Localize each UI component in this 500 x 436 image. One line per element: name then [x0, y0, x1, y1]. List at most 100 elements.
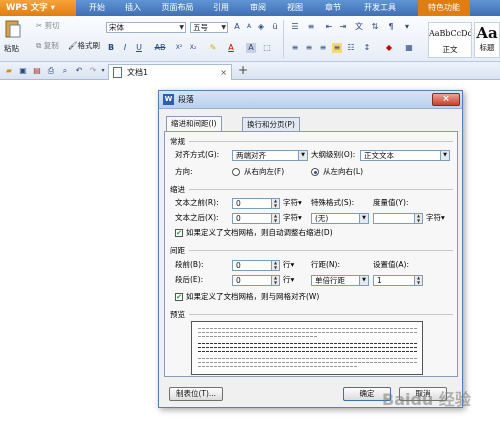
menu-developer[interactable]: 开发工具	[358, 0, 402, 16]
document-tab[interactable]: 文档1 ×	[108, 64, 232, 80]
auto-adjust-indent-checkbox[interactable]: ✔	[175, 229, 183, 237]
char-border-icon[interactable]: ⬚	[262, 43, 272, 53]
strikethrough-icon[interactable]: AB	[152, 43, 168, 53]
redo-icon[interactable]: ↷	[88, 66, 98, 76]
tab-indent-spacing[interactable]: 缩进和间距(I)	[166, 116, 222, 132]
shading-icon[interactable]: ◆	[384, 43, 394, 53]
style-heading[interactable]: Aa 标题	[474, 22, 500, 58]
rtl-radio[interactable]	[232, 168, 240, 176]
indent-before-label: 文本之前(R):	[175, 198, 219, 207]
undo-icon[interactable]: ↶	[74, 66, 84, 76]
open-folder-icon[interactable]: ▰	[4, 66, 14, 76]
chinese-layout-icon[interactable]: 文	[354, 22, 364, 32]
char-shading-icon[interactable]: A	[246, 43, 256, 53]
line-spacing-label: 行距(N):	[311, 260, 340, 269]
menu-home[interactable]: 开始	[82, 0, 112, 16]
snap-to-grid-checkbox[interactable]: ✔	[175, 293, 183, 301]
chevron-down-icon: ▼	[359, 214, 368, 223]
indent-after-input[interactable]: 0 ▲ ▼	[232, 213, 280, 224]
measure-label: 度量值(Y):	[373, 198, 409, 207]
line-spacing-icon[interactable]: ↕	[362, 43, 372, 53]
menu-references[interactable]: 引用	[206, 0, 236, 16]
menu-chapter[interactable]: 章节	[318, 0, 348, 16]
superscript-icon[interactable]: X²	[174, 43, 184, 53]
close-tab-icon[interactable]: ×	[220, 65, 227, 80]
font-name-select[interactable]: 宋体 ▼	[106, 22, 186, 33]
spacing-before-input[interactable]: 0 ▲ ▼	[232, 260, 280, 271]
align-justify-icon[interactable]: ≡	[332, 43, 342, 53]
spinner-icon[interactable]: ▲ ▼	[271, 260, 279, 270]
italic-icon[interactable]: I	[120, 43, 130, 53]
setting-value-input[interactable]: 1 ▲ ▼	[373, 275, 423, 286]
quick-access-dropdown-icon[interactable]: ▾	[98, 66, 108, 76]
spinner-icon[interactable]: ▲ ▼	[271, 198, 279, 208]
outline-level-select[interactable]: 正文文本 ▼	[360, 150, 450, 161]
alignment-select[interactable]: 两端对齐 ▼	[232, 150, 308, 161]
grow-font-icon[interactable]: A	[232, 22, 242, 32]
indent-after-unit[interactable]: 字符▾	[283, 213, 302, 223]
direction-label: 方向:	[175, 167, 193, 176]
bullet-list-icon[interactable]: ☰	[290, 22, 300, 32]
baidu-watermark: Baidu 经验	[382, 390, 471, 409]
measure-unit[interactable]: 字符▾	[426, 213, 445, 223]
spacing-after-unit[interactable]: 行▾	[283, 275, 294, 285]
tab-line-page-breaks[interactable]: 换行和分页(P)	[242, 117, 300, 131]
ltr-radio[interactable]	[311, 168, 319, 176]
decrease-indent-icon[interactable]: ⇤	[324, 22, 334, 32]
special-format-select[interactable]: (无) ▼	[311, 213, 369, 224]
spacing-before-unit[interactable]: 行▾	[283, 260, 294, 270]
highlight-icon[interactable]: ✎	[208, 43, 218, 53]
save-icon[interactable]: ▣	[18, 66, 28, 76]
measure-input[interactable]: ▲ ▼	[373, 213, 423, 224]
print-preview-icon[interactable]: ⌕	[60, 66, 70, 76]
copy-button[interactable]: ⧉ 复制	[36, 41, 59, 51]
document-tab-title: 文档1	[127, 68, 149, 77]
show-marks-icon[interactable]: ¶	[386, 22, 396, 32]
chevron-down-icon: ▼	[440, 151, 449, 160]
paragraph-dialog: W 段落 × 缩进和间距(I) 换行和分页(P) 常规 对齐方式(G): 两端对…	[158, 90, 463, 408]
menu-review[interactable]: 审阅	[243, 0, 273, 16]
numbered-list-icon[interactable]: ≡	[306, 22, 316, 32]
export-pdf-icon[interactable]: ▤	[32, 66, 42, 76]
increase-indent-icon[interactable]: ⇥	[338, 22, 348, 32]
line-spacing-select[interactable]: 单倍行距 ▼	[311, 275, 369, 286]
new-tab-button[interactable]: +	[238, 63, 248, 77]
close-dialog-button[interactable]: ×	[432, 93, 460, 106]
menu-view[interactable]: 视图	[280, 0, 310, 16]
bold-icon[interactable]: B	[106, 43, 116, 53]
menu-insert[interactable]: 插入	[118, 0, 148, 16]
clear-format-icon[interactable]: ◈	[256, 22, 266, 32]
cut-button[interactable]: ✂ 剪切	[36, 21, 60, 31]
spinner-icon[interactable]: ▲ ▼	[414, 213, 422, 223]
paste-button[interactable]	[4, 19, 26, 43]
dialog-titlebar[interactable]: W 段落 ×	[159, 91, 462, 109]
spinner-icon[interactable]: ▲ ▼	[271, 213, 279, 223]
underline-icon[interactable]: U	[134, 43, 144, 53]
align-right-icon[interactable]: ≡	[318, 43, 328, 53]
spinner-icon[interactable]: ▲ ▼	[414, 275, 422, 285]
menu-page-layout[interactable]: 页面布局	[155, 0, 200, 16]
style-normal[interactable]: AaBbCcDd 正文	[428, 22, 472, 58]
align-left-icon[interactable]: ≡	[290, 43, 300, 53]
shrink-font-icon[interactable]: A	[244, 22, 254, 32]
wps-app-menu[interactable]: WPS 文字 ▾	[0, 0, 76, 16]
font-size-select[interactable]: 五号 ▼	[190, 22, 228, 33]
align-center-icon[interactable]: ≡	[304, 43, 314, 53]
pinyin-icon[interactable]: ü	[270, 22, 280, 32]
distributed-align-icon[interactable]: ☷	[346, 43, 356, 53]
font-color-icon[interactable]: A	[226, 43, 236, 53]
spacing-after-label: 段后(E):	[175, 275, 204, 284]
print-icon[interactable]: ⎙	[46, 66, 56, 76]
indent-before-unit[interactable]: 字符▾	[283, 198, 302, 208]
tab-stops-button[interactable]: 制表位(T)...	[169, 387, 223, 401]
subscript-icon[interactable]: X₂	[188, 43, 198, 53]
format-painter-button[interactable]: 🖌格式刷	[68, 41, 100, 51]
menu-special-features[interactable]: 特色功能	[418, 0, 470, 16]
sort-icon[interactable]: ⇅	[370, 22, 380, 32]
borders-icon[interactable]: ▦	[404, 43, 414, 53]
indent-before-input[interactable]: 0 ▲ ▼	[232, 198, 280, 209]
spacing-after-input[interactable]: 0 ▲ ▼	[232, 275, 280, 286]
spinner-icon[interactable]: ▲ ▼	[271, 275, 279, 285]
brush-icon: 🖌	[68, 41, 78, 50]
dropdown-icon[interactable]: ▾	[402, 22, 412, 32]
